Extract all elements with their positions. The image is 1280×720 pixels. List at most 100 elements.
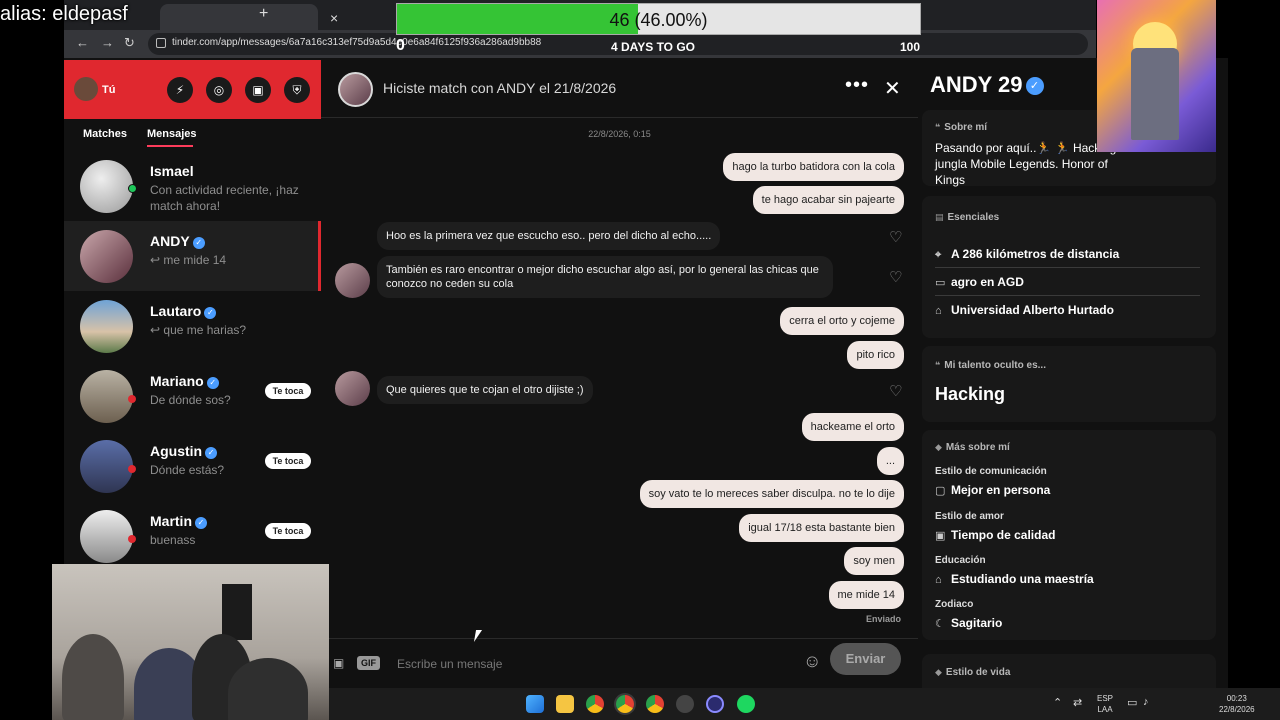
like-heart-icon[interactable]: ♡: [889, 268, 902, 286]
more-value-text: Mejor en persona: [951, 483, 1051, 497]
display-tray-icon[interactable]: ▭: [1127, 696, 1137, 709]
chat-icon: ▢: [935, 485, 946, 497]
conversation-item[interactable]: Martin ✓ buenass Te toca: [64, 501, 321, 571]
unread-indicator: [128, 465, 136, 473]
conversation-item-active[interactable]: ANDY ✓ ↩ me mide 14: [64, 221, 321, 291]
spotify-icon[interactable]: [737, 695, 755, 713]
briefcase-icon[interactable]: ▣: [245, 77, 271, 103]
tab-matches[interactable]: Matches: [83, 128, 127, 140]
talent-card: ❝ Mi talento oculto es... Hacking: [922, 346, 1216, 422]
browser-tab[interactable]: ×: [160, 4, 338, 30]
message-outgoing[interactable]: hago la turbo batidora con la cola: [723, 153, 904, 181]
more-options-icon[interactable]: •••: [845, 74, 869, 97]
conversation-item[interactable]: Mariano ✓ De dónde sos? Te toca: [64, 361, 321, 431]
verified-icon: ✓: [192, 237, 205, 249]
message-incoming[interactable]: Hoo es la primera vez que escucho eso.. …: [377, 222, 721, 250]
more-about-title: ◆ Más sobre mí: [935, 442, 1010, 453]
message-outgoing[interactable]: soy vato te lo mereces saber disculpa. n…: [639, 480, 904, 508]
volume-icon[interactable]: ♪: [1143, 696, 1149, 708]
message-outgoing[interactable]: ...: [876, 447, 904, 475]
conversation-item[interactable]: Agustin ✓ Dónde estás? Te toca: [64, 431, 321, 501]
emoji-icon[interactable]: ☺: [803, 651, 821, 672]
obs-icon[interactable]: [706, 695, 724, 713]
chat-panel: Hiciste match con ANDY el 21/8/2026 ••• …: [321, 58, 918, 688]
network-tray-icon[interactable]: ⇄: [1073, 696, 1082, 709]
message-composer: ▣ GIF ☺ Enviar: [321, 638, 918, 688]
goal-max: 100: [900, 40, 921, 54]
tab-underline: [147, 145, 193, 147]
back-icon[interactable]: ←: [76, 35, 89, 50]
close-icon[interactable]: ✕: [884, 76, 901, 101]
message-outgoing[interactable]: soy men: [844, 547, 904, 575]
chat-title: Hiciste match con ANDY el 21/8/2026: [383, 80, 617, 96]
tab-close-icon[interactable]: ×: [330, 10, 338, 26]
message-outgoing[interactable]: igual 17/18 esta bastante bien: [739, 514, 904, 542]
more-about-card: ◆ Más sobre mí Estilo de comunicación ▢ Me…: [922, 430, 1216, 640]
briefcase-icon: ▭: [935, 277, 946, 289]
bolt-icon[interactable]: ⚡: [167, 77, 193, 103]
message-input[interactable]: [397, 653, 797, 675]
talent-value: Hacking: [935, 384, 1006, 404]
name-text: Martin: [150, 513, 192, 529]
graduation-icon: ⌂: [935, 305, 942, 317]
message-outgoing[interactable]: pito rico: [847, 341, 904, 369]
chrome-icon-active[interactable]: [616, 695, 634, 713]
wall-poster: [222, 584, 252, 640]
send-button[interactable]: Enviar: [830, 643, 901, 675]
chat-header: Hiciste match con ANDY el 21/8/2026 ••• …: [321, 58, 918, 118]
my-avatar[interactable]: [74, 77, 98, 101]
goal-min: 0: [396, 37, 405, 54]
more-value-text: Estudiando una maestría: [951, 572, 1094, 586]
sidebar-tabs: Matches Mensajes: [64, 128, 321, 148]
contact-card-icon[interactable]: ▣: [333, 656, 344, 670]
url-text[interactable]: tinder.com/app/messages/6a7a16c313ef75d9…: [172, 37, 541, 48]
chrome-profile-icon[interactable]: [646, 695, 664, 713]
message-incoming[interactable]: También es raro encontrar o mejor dicho …: [377, 256, 833, 298]
like-heart-icon[interactable]: ♡: [889, 228, 902, 246]
more-label: Estilo de comunicación: [935, 466, 1047, 477]
essential-text: agro en AGD: [951, 275, 1024, 289]
reload-icon[interactable]: ↻: [124, 35, 135, 51]
site-settings-icon[interactable]: [156, 38, 166, 48]
talent-title-text: Mi talento oculto es...: [944, 360, 1046, 371]
conversation-name: ANDY ✓: [150, 233, 205, 249]
your-turn-badge: Te toca: [265, 523, 311, 539]
conversation-preview: ↩ que me harias?: [150, 323, 247, 337]
online-indicator: [128, 184, 137, 193]
verified-icon: ✓: [206, 377, 219, 389]
conversation-name: Mariano ✓: [150, 373, 219, 389]
conversation-name: Martin ✓: [150, 513, 207, 529]
conversation-item[interactable]: Ismael Con actividad reciente, ¡haz matc…: [64, 151, 321, 221]
tag-icon: ◆: [935, 442, 942, 452]
gif-button[interactable]: GIF: [357, 656, 380, 670]
shield-icon[interactable]: ⛨: [284, 77, 310, 103]
message-outgoing[interactable]: me mide 14: [828, 581, 904, 609]
quote-icon: ❝: [935, 360, 941, 370]
profile-name-text: ANDY 29: [930, 72, 1023, 97]
message-incoming[interactable]: Que quieres que te cojan el otro dijiste…: [377, 376, 593, 404]
language-indicator[interactable]: ESP LAA: [1097, 693, 1113, 715]
compass-icon[interactable]: ◎: [206, 77, 232, 103]
message-outgoing[interactable]: te hago acabar sin pajearte: [752, 186, 904, 214]
app-icon[interactable]: [676, 695, 694, 713]
clock[interactable]: 00:23 22/8/2026: [1219, 693, 1255, 715]
my-profile-label[interactable]: Tú: [102, 84, 115, 96]
sender-avatar[interactable]: [335, 263, 370, 298]
sender-avatar[interactable]: [335, 371, 370, 406]
start-icon[interactable]: [526, 695, 544, 713]
forward-icon[interactable]: →: [101, 35, 114, 50]
tab-messages[interactable]: Mensajes: [147, 128, 197, 140]
conversation-name: Lautaro ✓: [150, 303, 217, 319]
new-tab-icon[interactable]: +: [259, 5, 268, 23]
file-explorer-icon[interactable]: [556, 695, 574, 713]
message-outgoing[interactable]: cerra el orto y cojeme: [780, 307, 904, 335]
name-text: Mariano: [150, 373, 204, 389]
chrome-icon[interactable]: [586, 695, 604, 713]
conversation-item[interactable]: Lautaro ✓ ↩ que me harias?: [64, 291, 321, 361]
message-outgoing[interactable]: hackeame el orto: [801, 413, 904, 441]
tray-chevron-icon[interactable]: ⌃: [1053, 696, 1062, 709]
verified-icon: ✓: [205, 447, 218, 459]
like-heart-icon[interactable]: ♡: [889, 382, 902, 400]
person-silhouette: [62, 634, 124, 720]
match-avatar[interactable]: [338, 72, 373, 107]
